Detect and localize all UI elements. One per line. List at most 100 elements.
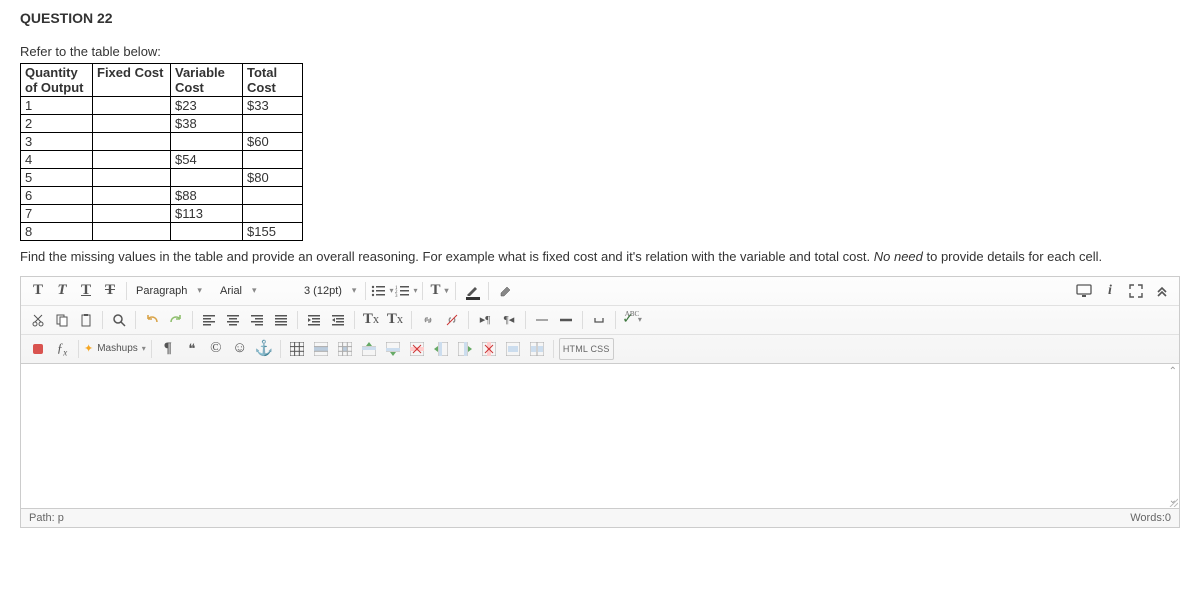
header-quantity: Quantity of Output xyxy=(21,64,93,97)
nbsp-icon xyxy=(592,313,606,327)
expand-button[interactable] xyxy=(1151,280,1173,302)
word-count: Words:0 xyxy=(1130,512,1171,524)
pencil-icon xyxy=(466,286,478,296)
indent-button[interactable] xyxy=(303,309,325,331)
preview-button[interactable] xyxy=(1073,280,1095,302)
fullscreen-icon xyxy=(1129,284,1143,298)
blockquote-button[interactable]: ❝ xyxy=(181,338,203,360)
paragraph-select[interactable]: Paragraph xyxy=(132,283,214,299)
search-icon xyxy=(112,313,126,327)
scroll-up-button[interactable]: ⌃ xyxy=(1169,366,1177,377)
header-fixed: Fixed Cost xyxy=(93,64,171,97)
cut-button[interactable] xyxy=(27,309,49,331)
delete-row-icon xyxy=(410,342,424,356)
ltr-button[interactable]: ▸¶ xyxy=(474,309,496,331)
table-cell-props-button[interactable] xyxy=(334,338,356,360)
hr-thin-button[interactable] xyxy=(531,309,553,331)
undo-button[interactable] xyxy=(141,309,163,331)
header-variable: Variable Cost xyxy=(171,64,243,97)
editor-textarea[interactable]: ⌃ ⌄ xyxy=(20,364,1180,509)
record-icon xyxy=(33,344,43,354)
italic-button[interactable]: T xyxy=(51,280,73,302)
table-row: 7$113 xyxy=(21,205,303,223)
instruction-text: Find the missing values in the table and… xyxy=(20,249,1180,266)
insert-table-button[interactable] xyxy=(286,338,308,360)
split-cells-button[interactable] xyxy=(526,338,548,360)
align-left-button[interactable] xyxy=(198,309,220,331)
superscript-button[interactable]: Tx xyxy=(360,309,382,331)
indent-icon xyxy=(307,313,321,327)
formula-button[interactable]: ƒx xyxy=(51,338,73,360)
bullet-list-button[interactable] xyxy=(371,280,393,302)
font-family-select[interactable]: Arial xyxy=(216,283,298,299)
table-row: 5$80 xyxy=(21,169,303,187)
line-thick-icon xyxy=(559,313,573,327)
col-right-icon xyxy=(458,342,472,356)
insert-col-right-button[interactable] xyxy=(454,338,476,360)
align-right-button[interactable] xyxy=(246,309,268,331)
insert-link-button[interactable] xyxy=(417,309,439,331)
mashups-button[interactable]: ✦Mashups xyxy=(84,338,146,360)
rtl-button[interactable]: ¶◂ xyxy=(498,309,520,331)
delete-col-icon xyxy=(482,342,496,356)
merge-cells-button[interactable] xyxy=(502,338,524,360)
table-row: 1$23$33 xyxy=(21,97,303,115)
undo-icon xyxy=(145,313,159,327)
cost-table: Quantity of Output Fixed Cost Variable C… xyxy=(20,63,303,241)
show-pilcrow-button[interactable]: ¶ xyxy=(157,338,179,360)
resize-handle[interactable] xyxy=(1168,497,1178,507)
info-button[interactable]: i xyxy=(1099,280,1121,302)
insert-col-left-button[interactable] xyxy=(430,338,452,360)
remove-link-button[interactable] xyxy=(441,309,463,331)
table-cell-icon xyxy=(338,342,352,356)
chevrons-up-icon xyxy=(1155,284,1169,298)
spellcheck-button[interactable]: ABC✓ xyxy=(621,309,643,331)
table-row-props-button[interactable] xyxy=(310,338,332,360)
record-button[interactable] xyxy=(27,338,49,360)
paste-button[interactable] xyxy=(75,309,97,331)
toolbar-row-3: ƒx ✦Mashups ¶ ❝ © ☺ ⚓ HTML CSS xyxy=(21,335,1179,363)
hr-thick-button[interactable] xyxy=(555,309,577,331)
find-button[interactable] xyxy=(108,309,130,331)
clipboard-icon xyxy=(79,313,93,327)
table-row-icon xyxy=(314,342,328,356)
editor-footer: Path: p Words:0 xyxy=(20,509,1180,528)
bold-button[interactable]: T xyxy=(27,280,49,302)
highlight-color-button[interactable] xyxy=(461,280,483,302)
align-center-button[interactable] xyxy=(222,309,244,331)
toolbar-row-2: Tx Tx ▸¶ ¶◂ ABC✓ xyxy=(21,306,1179,335)
delete-col-button[interactable] xyxy=(478,338,500,360)
symbol-button[interactable]: © xyxy=(205,338,227,360)
number-list-icon: 123 xyxy=(395,284,409,298)
redo-button[interactable] xyxy=(165,309,187,331)
font-size-select[interactable]: 3 (12pt) xyxy=(300,283,360,299)
insert-row-below-button[interactable] xyxy=(382,338,404,360)
row-below-icon xyxy=(386,342,400,356)
fullscreen-button[interactable] xyxy=(1125,280,1147,302)
number-list-button[interactable]: 123 xyxy=(395,280,417,302)
align-justify-button[interactable] xyxy=(270,309,292,331)
outdent-button[interactable] xyxy=(327,309,349,331)
copy-button[interactable] xyxy=(51,309,73,331)
path-display: Path: p xyxy=(29,512,64,524)
nbsp-button[interactable] xyxy=(588,309,610,331)
underline-button[interactable]: T xyxy=(75,280,97,302)
clear-formatting-button[interactable] xyxy=(494,280,516,302)
insert-row-above-button[interactable] xyxy=(358,338,380,360)
html-css-button[interactable]: HTML CSS xyxy=(559,338,614,360)
table-row: 4$54 xyxy=(21,151,303,169)
emoticon-button[interactable]: ☺ xyxy=(229,338,251,360)
subscript-button[interactable]: Tx xyxy=(384,309,406,331)
redo-icon xyxy=(169,313,183,327)
table-header-row: Quantity of Output Fixed Cost Variable C… xyxy=(21,64,303,97)
strikethrough-button[interactable]: T xyxy=(99,280,121,302)
text-color-button[interactable]: T xyxy=(428,280,450,302)
link-icon xyxy=(421,313,435,327)
delete-row-button[interactable] xyxy=(406,338,428,360)
svg-text:3: 3 xyxy=(395,294,398,298)
scissors-icon xyxy=(31,313,45,327)
table-row: 6$88 xyxy=(21,187,303,205)
col-left-icon xyxy=(434,342,448,356)
outdent-icon xyxy=(331,313,345,327)
anchor-button[interactable]: ⚓ xyxy=(253,338,275,360)
